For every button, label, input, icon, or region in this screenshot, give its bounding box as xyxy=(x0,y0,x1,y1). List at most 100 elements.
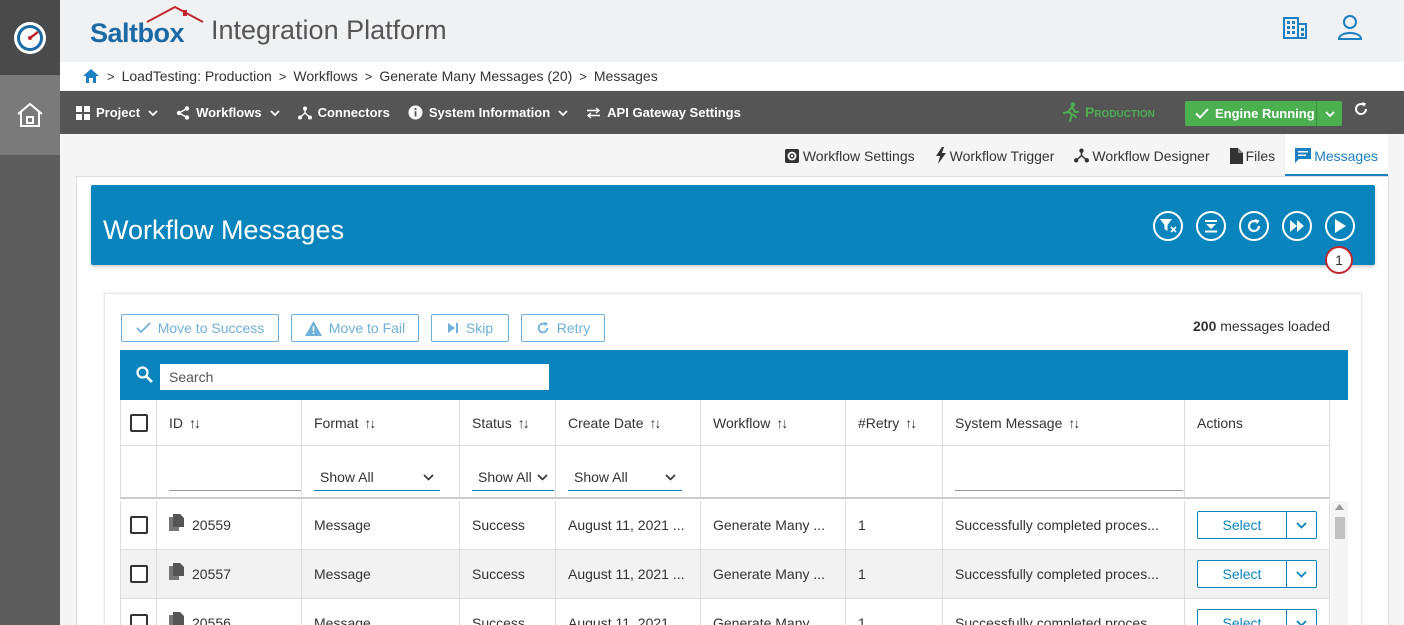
sort-icon[interactable]: ↑↓ xyxy=(776,415,788,431)
download-button[interactable] xyxy=(1196,211,1226,241)
refresh-button[interactable] xyxy=(1239,211,1269,241)
system-message-filter-input[interactable] xyxy=(955,465,1183,491)
tab-workflow-designer[interactable]: Workflow Designer xyxy=(1064,134,1219,177)
status-filter-select[interactable]: Show All xyxy=(472,465,554,491)
filter-cell-empty xyxy=(120,446,157,497)
workflow-cell: Generate Many ... xyxy=(701,550,846,598)
app-logo-button[interactable] xyxy=(0,0,60,75)
document-copy-icon xyxy=(169,513,184,531)
fast-forward-button[interactable] xyxy=(1282,211,1312,241)
column-header-retry[interactable]: #Retry ↑↓ xyxy=(846,400,943,445)
share-icon xyxy=(176,105,190,120)
column-header-status[interactable]: Status ↑↓ xyxy=(460,400,556,445)
loaded-suffix: messages loaded xyxy=(1216,318,1330,334)
sort-icon[interactable]: ↑↓ xyxy=(905,415,917,431)
chevron-right-icon: > xyxy=(579,68,587,84)
workflow-cell: Generate Many ... xyxy=(701,599,846,625)
column-label: #Retry xyxy=(858,414,900,431)
left-rail xyxy=(0,0,60,625)
id-filter-input[interactable] xyxy=(169,465,301,491)
row-action-select[interactable]: Select xyxy=(1197,511,1317,539)
format-filter-select[interactable]: Show All xyxy=(314,465,440,491)
running-person-icon xyxy=(1063,102,1079,122)
filter-cell-status: Show All xyxy=(460,446,556,497)
message-id: 20556 xyxy=(192,615,231,625)
table-scrollbar[interactable] xyxy=(1331,501,1348,625)
engine-dropdown-toggle[interactable] xyxy=(1316,101,1342,126)
column-header-format[interactable]: Format ↑↓ xyxy=(302,400,460,445)
sort-icon[interactable]: ↑↓ xyxy=(1068,415,1080,431)
brand-logo[interactable]: Saltbox xyxy=(90,5,204,49)
select-button[interactable]: Select xyxy=(1198,561,1287,587)
scroll-up-icon[interactable] xyxy=(1335,504,1344,510)
sort-icon[interactable]: ↑↓ xyxy=(649,415,661,431)
column-header-system-message[interactable]: System Message ↑↓ xyxy=(943,400,1185,445)
date-filter-select[interactable]: Show All xyxy=(568,465,682,491)
message-id: 20557 xyxy=(192,566,231,582)
nav-api-gateway[interactable]: API Gateway Settings xyxy=(586,105,741,120)
clear-filter-button[interactable] xyxy=(1153,211,1183,241)
column-header-workflow[interactable]: Workflow ↑↓ xyxy=(701,400,846,445)
engine-status-button[interactable]: Engine Running xyxy=(1185,101,1342,126)
move-to-fail-button[interactable]: Move to Fail xyxy=(291,314,419,342)
home-icon[interactable] xyxy=(82,68,100,84)
column-label: Status xyxy=(472,414,512,431)
user-icon[interactable] xyxy=(1337,14,1363,40)
scrollbar-thumb[interactable] xyxy=(1335,517,1345,539)
skip-button[interactable]: Skip xyxy=(431,314,509,342)
loaded-number: 200 xyxy=(1193,318,1217,334)
breadcrumb-project[interactable]: LoadTesting: Production xyxy=(122,68,272,84)
column-header-create-date[interactable]: Create Date ↑↓ xyxy=(556,400,701,445)
building-icon[interactable] xyxy=(1282,14,1308,40)
column-header-id[interactable]: ID ↑↓ xyxy=(157,400,302,445)
breadcrumb-workflow[interactable]: Generate Many Messages (20) xyxy=(379,68,572,84)
tab-workflow-trigger[interactable]: Workflow Trigger xyxy=(925,134,1065,177)
tab-workflow-settings[interactable]: Workflow Settings xyxy=(774,134,925,177)
row-action-select[interactable]: Select xyxy=(1197,609,1317,625)
date-filter-value: Show All xyxy=(574,469,628,485)
checkmark-icon xyxy=(1195,108,1209,119)
chevron-down-icon xyxy=(558,109,568,116)
nav-system-information[interactable]: System Information xyxy=(408,105,568,120)
sort-icon[interactable]: ↑↓ xyxy=(189,415,201,431)
chevron-down-icon xyxy=(1324,110,1335,117)
document-copy-icon xyxy=(169,611,184,625)
select-button[interactable]: Select xyxy=(1198,610,1287,625)
tab-workflow-trigger-label: Workflow Trigger xyxy=(949,147,1055,164)
select-all-checkbox[interactable] xyxy=(129,413,148,432)
messages-banner: Workflow Messages 1 xyxy=(91,185,1375,274)
column-label: Create Date xyxy=(568,414,644,431)
environment-indicator: Production xyxy=(1063,102,1155,122)
sort-icon[interactable]: ↑↓ xyxy=(364,415,376,431)
grid-icon xyxy=(76,105,90,120)
home-button[interactable] xyxy=(0,75,60,155)
sort-icon[interactable]: ↑↓ xyxy=(518,415,530,431)
nav-connectors[interactable]: Connectors xyxy=(297,105,390,120)
table-row[interactable]: 20556 Message Success August 11, 2021 ..… xyxy=(120,599,1330,625)
filter-clear-icon xyxy=(1160,219,1177,233)
row-checkbox[interactable] xyxy=(129,565,148,583)
breadcrumb-workflows[interactable]: Workflows xyxy=(293,68,357,84)
select-dropdown-toggle[interactable] xyxy=(1287,610,1316,625)
play-button[interactable] xyxy=(1325,211,1355,241)
row-checkbox[interactable] xyxy=(129,614,148,625)
nav-project[interactable]: Project xyxy=(76,105,158,120)
retry-button[interactable]: Retry xyxy=(521,314,605,342)
search-input[interactable] xyxy=(160,364,549,390)
table-row[interactable]: 20559 Message Success August 11, 2021 ..… xyxy=(120,501,1330,550)
row-checkbox[interactable] xyxy=(129,516,148,534)
move-to-success-button[interactable]: Move to Success xyxy=(121,314,279,342)
tab-files[interactable]: Files xyxy=(1220,134,1286,177)
gear-icon xyxy=(784,148,799,163)
tab-messages[interactable]: Messages xyxy=(1285,134,1388,177)
engine-status-label: Engine Running xyxy=(1215,106,1315,121)
select-dropdown-toggle[interactable] xyxy=(1287,512,1316,538)
row-action-select[interactable]: Select xyxy=(1197,560,1317,588)
nav-workflows[interactable]: Workflows xyxy=(176,105,280,120)
select-dropdown-toggle[interactable] xyxy=(1287,561,1316,587)
select-button[interactable]: Select xyxy=(1198,512,1287,538)
file-icon xyxy=(1229,147,1243,164)
table-row[interactable]: 20557 Message Success August 11, 2021 ..… xyxy=(120,550,1330,599)
column-label: Actions xyxy=(1197,414,1243,431)
refresh-icon[interactable] xyxy=(1353,101,1369,117)
